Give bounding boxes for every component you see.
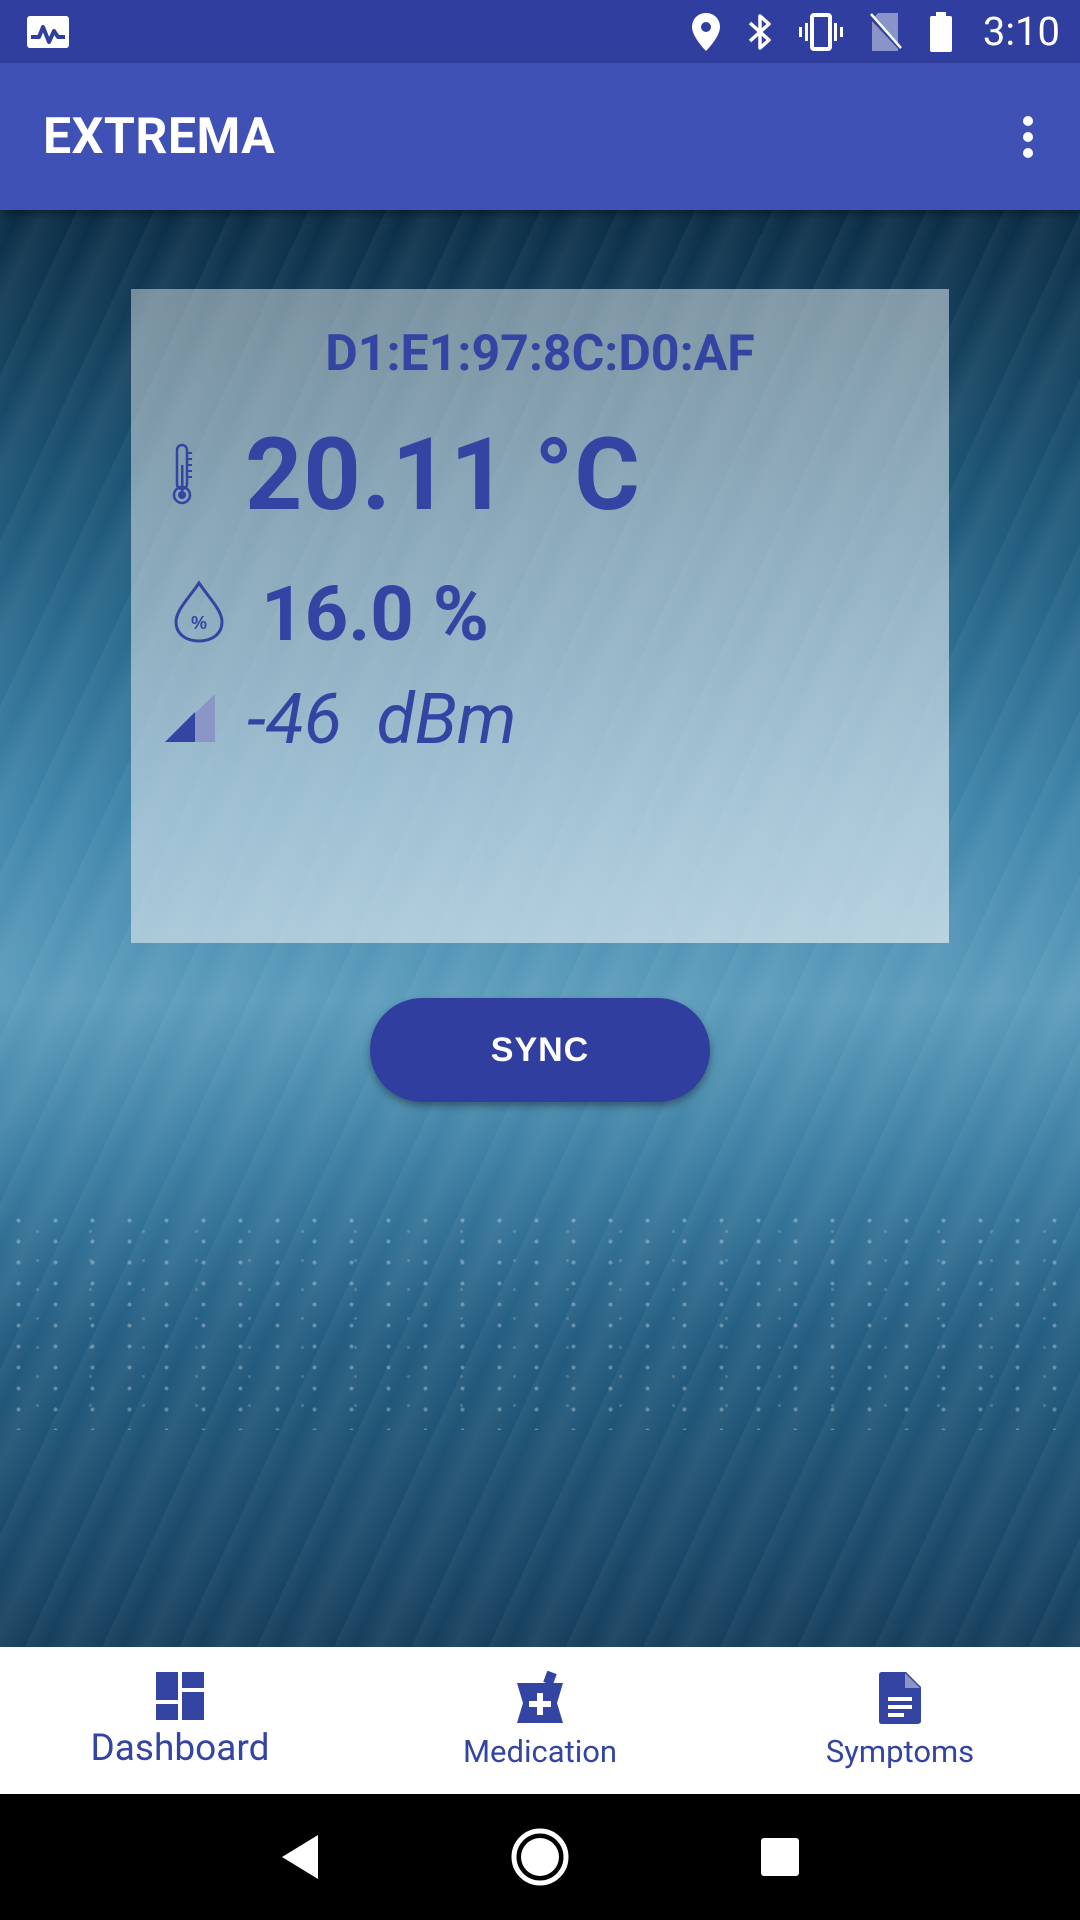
nav-label-dashboard: Dashboard (90, 1727, 270, 1770)
no-sim-icon (868, 12, 903, 52)
nav-label-symptoms: Symptoms (825, 1733, 975, 1770)
status-bar: 3:10 (0, 0, 1080, 63)
overflow-menu-button[interactable] (998, 97, 1058, 177)
clock: 3:10 (982, 8, 1060, 55)
recents-icon (761, 1838, 799, 1876)
vibrate-icon (798, 12, 843, 52)
svg-text:%: % (191, 613, 207, 633)
thermometer-icon (169, 443, 195, 509)
dashboard-icon (156, 1672, 204, 1720)
device-mac-address: D1:E1:97:8C:D0:AF (325, 325, 755, 383)
dashboard-content: D1:E1:97:8C:D0:AF 20.11 °C % 16.0 % -46 … (0, 210, 1080, 1647)
humidity-row: % 16.0 % (171, 569, 489, 659)
signal-row: -46 dBm (163, 679, 517, 761)
back-button[interactable] (255, 1812, 345, 1902)
bottom-navigation: Dashboard Medication Symptoms (0, 1647, 1080, 1794)
document-icon (879, 1672, 921, 1724)
nav-item-dashboard[interactable]: Dashboard (0, 1647, 360, 1794)
signal-strength-value: -46 dBm (247, 679, 517, 761)
water-background (0, 1210, 1080, 1430)
home-button[interactable] (495, 1812, 585, 1902)
nav-label-medication: Medication (462, 1733, 618, 1770)
medication-icon (517, 1671, 563, 1723)
humidity-drop-icon: % (171, 580, 227, 648)
more-vert-icon (1023, 115, 1033, 158)
nav-item-medication[interactable]: Medication (360, 1647, 720, 1794)
app-bar: EXTREMA (0, 63, 1080, 210)
nav-item-symptoms[interactable]: Symptoms (720, 1647, 1080, 1794)
activity-icon (26, 15, 70, 49)
bluetooth-icon (747, 12, 773, 52)
temperature-value: 20.11 °C (245, 417, 641, 534)
app-title: EXTREMA (43, 107, 276, 166)
signal-icon (163, 692, 217, 748)
humidity-value: 16.0 % (261, 569, 489, 659)
recents-button[interactable] (735, 1812, 825, 1902)
battery-icon (929, 11, 953, 52)
app-screen: 3:10 EXTREMA D1:E1:97:8C:D0:AF 20.11 °C … (0, 0, 1080, 1920)
location-icon (691, 12, 721, 52)
home-icon (511, 1828, 569, 1886)
system-navigation-bar (0, 1794, 1080, 1920)
sensor-card: D1:E1:97:8C:D0:AF 20.11 °C % 16.0 % -46 … (131, 289, 949, 943)
back-icon (282, 1835, 318, 1879)
temperature-row: 20.11 °C (169, 417, 641, 534)
sync-button[interactable]: SYNC (370, 998, 710, 1102)
